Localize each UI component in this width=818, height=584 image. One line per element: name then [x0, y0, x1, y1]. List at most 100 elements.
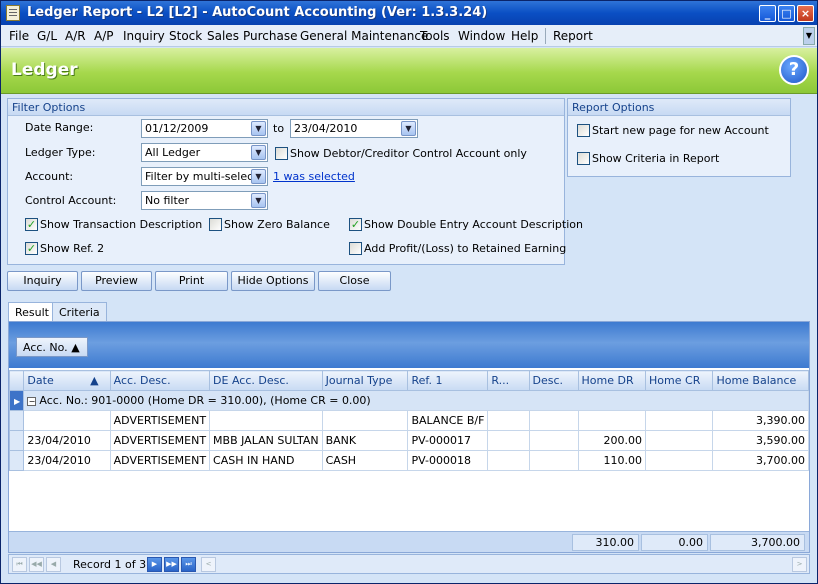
menu-file[interactable]: File	[9, 29, 29, 43]
menu-sales[interactable]: Sales	[207, 29, 239, 43]
cell-home-cr	[645, 450, 714, 471]
cell-desc	[528, 450, 579, 471]
menu-report[interactable]: Report	[553, 29, 593, 43]
ledger-type-value: All Ledger	[145, 146, 201, 159]
row-indicator	[8, 450, 25, 471]
group-by-acc-no-button[interactable]: Acc. No. ▲	[16, 337, 88, 357]
close-button[interactable]: Close	[318, 271, 391, 291]
chevron-down-icon[interactable]: ▼	[251, 121, 266, 136]
menu-gl[interactable]: G/L	[37, 29, 57, 43]
show-criteria-checkbox[interactable]	[577, 152, 590, 165]
control-account-label: Control Account:	[25, 194, 117, 207]
sort-ascending-icon: ▲	[71, 341, 80, 354]
menu-ap[interactable]: A/P	[94, 29, 114, 43]
cell-date: 23/04/2010	[23, 430, 111, 451]
col-date[interactable]: Date ▲	[23, 370, 111, 391]
prev-page-icon[interactable]: ◀◀	[29, 557, 44, 572]
table-row[interactable]: 23/04/2010 ADVERTISEMENT MBB JALAN SULTA…	[8, 430, 809, 451]
chevron-down-icon[interactable]: ▼	[401, 121, 416, 136]
date-from-field[interactable]: 01/12/2009 ▼	[141, 119, 268, 138]
show-control-only-checkbox[interactable]	[275, 147, 288, 160]
page-title: Ledger	[11, 60, 78, 80]
col-de-acc-desc[interactable]: DE Acc. Desc.	[209, 370, 323, 391]
preview-button[interactable]: Preview	[81, 271, 152, 291]
tab-criteria[interactable]: Criteria	[52, 302, 107, 321]
col-home-cr[interactable]: Home CR	[645, 370, 714, 391]
group-button-label: Acc. No.	[23, 341, 68, 354]
totals-footer: 310.00 0.00 3,700.00	[9, 531, 809, 552]
col-ref2[interactable]: R...	[487, 370, 530, 391]
col-desc[interactable]: Desc.	[528, 370, 579, 391]
chevron-down-icon[interactable]: ▼	[251, 145, 266, 160]
cell-home-dr: 200.00	[577, 430, 647, 451]
chevron-down-icon[interactable]: ▼	[251, 169, 266, 184]
menu-general-maintenance[interactable]: General Maintenance	[300, 29, 428, 43]
ledger-table: Date ▲ Acc. Desc. DE Acc. Desc. Journal …	[8, 370, 809, 471]
total-home-cr: 0.00	[641, 534, 708, 551]
menu-purchase[interactable]: Purchase	[243, 29, 298, 43]
add-profit-checkbox[interactable]	[349, 242, 362, 255]
maximize-button[interactable]: □	[778, 5, 795, 22]
menu-stock[interactable]: Stock	[169, 29, 202, 43]
show-double-entry-label: Show Double Entry Account Description	[364, 218, 583, 231]
next-record-icon[interactable]: ▶	[147, 557, 162, 572]
row-indicator	[8, 410, 25, 431]
scroll-right-icon[interactable]: >	[792, 557, 807, 572]
to-label: to	[273, 122, 285, 135]
ledger-type-select[interactable]: All Ledger ▼	[141, 143, 268, 162]
hide-options-button[interactable]: Hide Options	[231, 271, 315, 291]
row-indicator	[8, 430, 25, 451]
date-to-field[interactable]: 23/04/2010 ▼	[290, 119, 418, 138]
col-home-dr[interactable]: Home DR	[577, 370, 647, 391]
minimize-button[interactable]: _	[759, 5, 776, 22]
col-home-balance[interactable]: Home Balance	[712, 370, 809, 391]
account-selection-link[interactable]: 1 was selected	[273, 170, 355, 183]
prev-record-icon[interactable]: ◀	[46, 557, 61, 572]
account-select[interactable]: Filter by multi-select ▼	[141, 167, 268, 186]
first-record-icon[interactable]: ⏮	[12, 557, 27, 572]
table-row[interactable]: ADVERTISEMENT BALANCE B/F 3,390.00	[8, 410, 809, 431]
print-button[interactable]: Print	[155, 271, 228, 291]
show-trans-desc-checkbox[interactable]: ✓	[25, 218, 38, 231]
page-header: Ledger ?	[1, 48, 817, 94]
menu-separator	[545, 28, 546, 44]
menu-window[interactable]: Window	[458, 29, 505, 43]
col-date-label: Date	[27, 374, 54, 387]
cell-de-acc-desc: MBB JALAN SULTAN	[209, 430, 323, 451]
cell-ref1: PV-000018	[407, 450, 489, 471]
cell-desc	[528, 410, 579, 431]
show-double-entry-checkbox[interactable]: ✓	[349, 218, 362, 231]
tab-result[interactable]: Result	[8, 302, 56, 322]
show-zero-balance-checkbox[interactable]	[209, 218, 222, 231]
chevron-down-icon[interactable]: ▼	[803, 27, 815, 45]
new-page-checkbox[interactable]	[577, 124, 590, 137]
menu-tools[interactable]: Tools	[420, 29, 450, 43]
date-range-label: Date Range:	[25, 121, 94, 134]
show-ref2-checkbox[interactable]: ✓	[25, 242, 38, 255]
close-window-button[interactable]: ×	[797, 5, 814, 22]
col-journal-type[interactable]: Journal Type	[321, 370, 409, 391]
cell-home-dr: 110.00	[577, 450, 647, 471]
control-account-select[interactable]: No filter ▼	[141, 191, 268, 210]
scroll-left-icon[interactable]: <	[201, 557, 216, 572]
chevron-down-icon[interactable]: ▼	[251, 193, 266, 208]
ledger-grid: Acc. No. ▲ Date ▲ Acc. Desc. DE Acc. Des…	[8, 321, 810, 553]
menu-inquiry[interactable]: Inquiry	[123, 29, 165, 43]
menu-help[interactable]: Help	[511, 29, 538, 43]
ledger-type-label: Ledger Type:	[25, 146, 96, 159]
group-row[interactable]: ▶ − Acc. No.: 901-0000 (Home DR = 310.00)…	[8, 390, 809, 411]
show-trans-desc-label: Show Transaction Description	[40, 218, 203, 231]
inquiry-button[interactable]: Inquiry	[7, 271, 78, 291]
app-icon	[6, 5, 20, 21]
account-label: Account:	[25, 170, 74, 183]
col-acc-desc[interactable]: Acc. Desc.	[109, 370, 211, 391]
col-ref1[interactable]: Ref. 1	[407, 370, 489, 391]
cell-date: 23/04/2010	[23, 450, 111, 471]
help-icon[interactable]: ?	[779, 55, 809, 85]
collapse-icon[interactable]: −	[27, 397, 37, 406]
last-record-icon[interactable]: ⏭	[181, 557, 196, 572]
corner-header	[8, 370, 25, 391]
table-row[interactable]: 23/04/2010 ADVERTISEMENT CASH IN HAND CA…	[8, 450, 809, 471]
menu-ar[interactable]: A/R	[65, 29, 86, 43]
next-page-icon[interactable]: ▶▶	[164, 557, 179, 572]
